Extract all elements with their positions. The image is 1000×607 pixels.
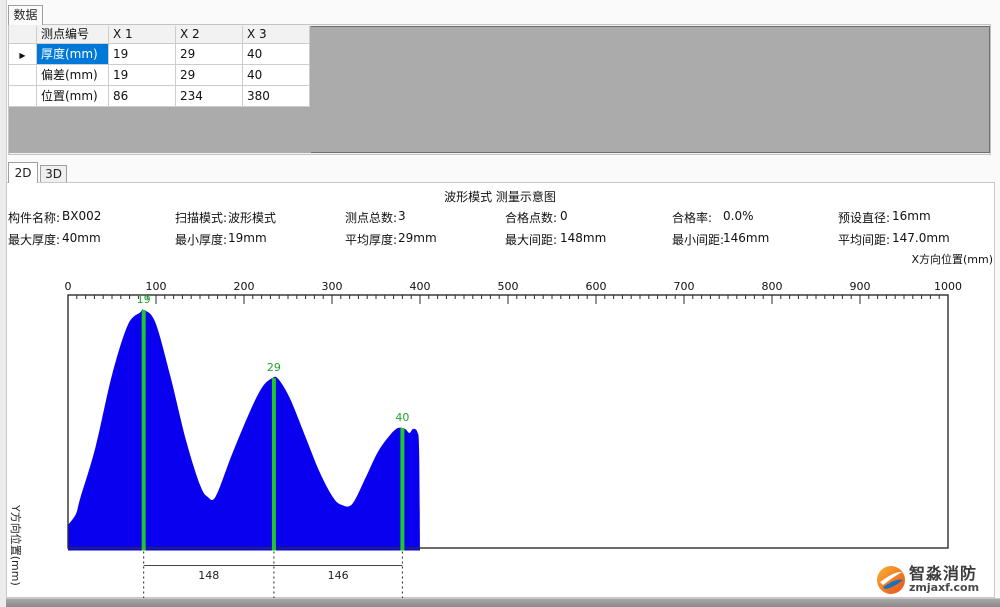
info-label: 测点总数: <box>345 211 397 225</box>
info-item: 构件名称:BX002 <box>8 209 60 226</box>
watermark: 智淼消防 zmjaxf.com <box>876 565 979 595</box>
info-item: 最大厚度:40mm <box>8 231 60 248</box>
info-item: 预设直径:16mm <box>838 209 890 226</box>
tab-2d[interactable]: 2D <box>8 162 38 183</box>
info-item: 最大间距:148mm <box>505 231 557 248</box>
info-label: 最大间距: <box>505 233 557 247</box>
grid-column-header[interactable]: X 2 <box>176 26 243 44</box>
info-value: BX002 <box>62 209 101 223</box>
grid-row-header[interactable] <box>9 65 37 86</box>
info-label: 最小厚度: <box>175 233 227 247</box>
info-value: 波形模式 <box>228 209 276 226</box>
app-window: 数据 测点编号X 1X 2X 3▶厚度(mm)192940偏差(mm)19294… <box>0 0 1000 607</box>
grid-corner-cell <box>9 26 37 44</box>
info-value: 16mm <box>892 209 931 223</box>
table-row: ▶ 厚度(mm)192940 <box>9 44 311 65</box>
table-row: 偏差(mm)192940 <box>9 65 311 86</box>
horizontal-scrollbar[interactable] <box>6 598 1000 607</box>
grid-header-row: 测点编号X 1X 2X 3 <box>9 26 311 44</box>
info-label: 最小间距: <box>672 233 724 247</box>
grid-cell-value[interactable]: 40 <box>243 65 310 86</box>
grid-row-header[interactable] <box>9 86 37 107</box>
info-value: 29mm <box>398 231 437 245</box>
grid-cell-value[interactable]: 19 <box>109 44 176 65</box>
info-value: 146mm <box>723 231 769 245</box>
grid-column-header[interactable]: X 3 <box>243 26 310 44</box>
info-item: 合格点数:0 <box>505 209 557 226</box>
info-value: 147.0mm <box>892 231 950 245</box>
data-grid[interactable]: 测点编号X 1X 2X 3▶厚度(mm)192940偏差(mm)192940位置… <box>9 26 311 153</box>
grid-cell-value[interactable]: 29 <box>176 44 243 65</box>
grid-cell-value[interactable]: 40 <box>243 44 310 65</box>
info-item: 平均厚度:29mm <box>345 231 397 248</box>
info-value: 148mm <box>560 231 606 245</box>
grid-cell-name[interactable]: 偏差(mm) <box>37 65 109 86</box>
grid-cell-name[interactable]: 位置(mm) <box>37 86 109 107</box>
grid-column-header[interactable]: X 1 <box>109 26 176 44</box>
grid-cell-value[interactable]: 380 <box>243 86 310 107</box>
info-label: 平均厚度: <box>345 233 397 247</box>
info-label: 最大厚度: <box>8 233 60 247</box>
info-value: 40mm <box>62 231 101 245</box>
info-label: 预设直径: <box>838 211 890 225</box>
info-value: 3 <box>398 209 406 223</box>
current-row-indicator-icon: ▶ <box>19 51 25 60</box>
grid-row-header[interactable]: ▶ <box>9 44 37 65</box>
tab-3d[interactable]: 3D <box>40 165 67 182</box>
brand-domain: zmjaxf.com <box>909 582 979 594</box>
info-label: 构件名称: <box>8 211 60 225</box>
info-label: 合格点数: <box>505 211 557 225</box>
table-row: 位置(mm)86234380 <box>9 86 311 107</box>
grid-cell-value[interactable]: 86 <box>109 86 176 107</box>
grid-cell-value[interactable]: 19 <box>109 65 176 86</box>
brand-name: 智淼消防 <box>909 565 979 582</box>
info-value: 0 <box>560 209 568 223</box>
info-label: 合格率: <box>672 211 712 225</box>
info-value: 19mm <box>228 231 267 245</box>
info-item: 扫描模式:波形模式 <box>175 209 227 226</box>
grid-column-header[interactable]: 测点编号 <box>37 26 109 44</box>
chart-title: 波形模式 测量示意图 <box>0 188 1000 205</box>
info-item: 最小厚度:19mm <box>175 231 227 248</box>
grid-cell-name[interactable]: 厚度(mm) <box>37 44 109 65</box>
y-axis-label: Y方向位置(mm) <box>8 505 24 586</box>
info-item: 合格率:0.0% <box>672 209 712 226</box>
tab-data[interactable]: 数据 <box>8 5 43 25</box>
info-item: 平均间距:147.0mm <box>838 231 890 248</box>
brand-logo-icon <box>876 565 906 595</box>
info-value: 0.0% <box>723 209 754 223</box>
info-item: 最小间距:146mm <box>672 231 724 248</box>
info-label: 平均间距: <box>838 233 890 247</box>
info-label: 扫描模式: <box>175 211 227 225</box>
grid-cell-value[interactable]: 29 <box>176 65 243 86</box>
grid-cell-value[interactable]: 234 <box>176 86 243 107</box>
info-item: 测点总数:3 <box>345 209 397 226</box>
